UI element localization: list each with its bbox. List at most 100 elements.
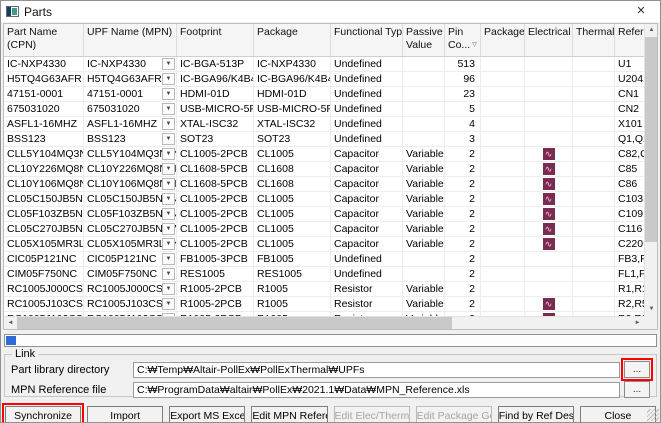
cell-mpn: ASFL1-16MHZ▼ (84, 117, 177, 131)
cell-package_geom (481, 192, 525, 206)
cell-mpn: RC1005J103CS▼ (84, 297, 177, 311)
dropdown-arrow-icon[interactable]: ▼ (162, 253, 175, 265)
cell-functional_type: Undefined (331, 117, 403, 131)
cell-functional_type: Undefined (331, 72, 403, 86)
column-header-functional_type[interactable]: Functional Type (331, 24, 403, 56)
column-header-package_geom[interactable]: Package (481, 24, 525, 56)
scroll-up-icon[interactable]: ▲ (645, 24, 658, 37)
cell-references: C82,C83 (615, 147, 644, 161)
horizontal-scrollbar[interactable]: ◄ ► (4, 316, 644, 329)
cell-cpn: 675031020 (4, 102, 84, 116)
table-row[interactable]: RC1005J103CSRC1005J103CS▼R1005-2PCBR1005… (4, 297, 644, 312)
dropdown-arrow-icon[interactable]: ▼ (162, 58, 175, 70)
cell-references: R2,R5,R (615, 297, 644, 311)
vertical-scrollbar[interactable]: ▲ ▼ (644, 24, 657, 316)
table-row[interactable]: 675031020675031020▼USB-MICRO-5PUSB-MICRO… (4, 102, 644, 117)
table-row[interactable]: 47151-000147151-0001▼HDMI-01DHDMI-01DUnd… (4, 87, 644, 102)
cell-thermal (573, 252, 615, 266)
cell-passive_value (403, 132, 445, 146)
table-row[interactable]: CIC05P121NCCIC05P121NC▼FB1005-3PCBFB1005… (4, 252, 644, 267)
table-row[interactable]: ASFL1-16MHZASFL1-16MHZ▼XTAL-ISC32XTAL-IS… (4, 117, 644, 132)
dropdown-arrow-icon[interactable]: ▼ (162, 268, 175, 280)
resize-grip[interactable] (647, 409, 659, 421)
table-row[interactable]: CL05C150JB5NNNDCL05C150JB5NNND▼CL1005-2P… (4, 192, 644, 207)
import-button[interactable]: Import (87, 406, 163, 423)
cell-cpn: CIC05P121NC (4, 252, 84, 266)
dropdown-arrow-icon[interactable]: ▼ (162, 103, 175, 115)
table-row[interactable]: H5TQ4G63AFRH5TQ4G63AFR▼IC-BGA96/K4B4G16I… (4, 72, 644, 87)
cell-footprint: CL1005-2PCB (177, 192, 254, 206)
scroll-right-icon[interactable]: ► (631, 317, 644, 330)
cell-pin_count: 2 (445, 297, 481, 311)
table-row[interactable]: CL05F103ZB5NNNCCL05F103ZB5NNNC▼CL1005-2P… (4, 207, 644, 222)
close-icon[interactable]: ✕ (627, 1, 655, 22)
mpn-reference-file-input[interactable] (133, 382, 620, 398)
dropdown-arrow-icon[interactable]: ▼ (162, 148, 175, 160)
mpn-reference-browse-button[interactable]: ... (624, 381, 650, 398)
scroll-left-icon[interactable]: ◄ (4, 317, 17, 330)
horizontal-scroll-thumb[interactable] (17, 317, 452, 329)
dropdown-arrow-icon[interactable]: ▼ (162, 73, 175, 85)
column-header-mpn[interactable]: UPF Name (MPN) (84, 24, 177, 56)
synchronize-button[interactable]: Synchronize (5, 406, 81, 423)
table-row[interactable]: CL05C270JB5NNWCCL05C270JB5NNWC▼CL1005-2P… (4, 222, 644, 237)
cell-references: U204,U (615, 72, 644, 86)
scrollbar-corner (644, 316, 657, 329)
cell-electrical: ∿ (525, 207, 573, 221)
export-ms-excel-button[interactable]: Export MS Excel (169, 406, 245, 423)
table-row[interactable]: CIM05F750NCCIM05F750NC▼RES1005RES1005Und… (4, 267, 644, 282)
dropdown-arrow-icon[interactable]: ▼ (162, 118, 175, 130)
column-header-cpn[interactable]: Part Name (CPN) (4, 24, 84, 56)
part-library-directory-label: Part library directory (11, 364, 129, 376)
dropdown-arrow-icon[interactable]: ▼ (162, 163, 175, 175)
table-row[interactable]: CL10Y106MQ8NRNCCL10Y106MQ8NRNC▼CL1608-5P… (4, 177, 644, 192)
dropdown-arrow-icon[interactable]: ▼ (162, 223, 175, 235)
column-header-footprint[interactable]: Footprint (177, 24, 254, 56)
scroll-down-icon[interactable]: ▼ (645, 303, 658, 316)
dropdown-arrow-icon[interactable]: ▼ (162, 208, 175, 220)
part-library-browse-button[interactable]: ... (624, 361, 650, 378)
cell-mpn: CL05C270JB5NNWC▼ (84, 222, 177, 236)
dropdown-arrow-icon[interactable]: ▼ (162, 238, 175, 250)
dropdown-arrow-icon[interactable]: ▼ (162, 193, 175, 205)
column-header-package[interactable]: Package (254, 24, 331, 56)
cell-cpn: CL05C270JB5NNWC (4, 222, 84, 236)
cell-package_geom (481, 117, 525, 131)
dropdown-arrow-icon[interactable]: ▼ (162, 298, 175, 310)
vertical-scroll-thumb[interactable] (645, 37, 657, 242)
column-header-thermal[interactable]: Thermal (573, 24, 615, 56)
title-bar: Parts ✕ (1, 1, 660, 22)
cell-mpn: CL10Y226MQ8NRNC▼ (84, 162, 177, 176)
cell-passive_value (403, 117, 445, 131)
close-button[interactable]: Close (580, 406, 656, 423)
cell-package_geom (481, 132, 525, 146)
table-row[interactable]: CL10Y226MQ8NRNCCL10Y226MQ8NRNC▼CL1608-5P… (4, 162, 644, 177)
dropdown-arrow-icon[interactable]: ▼ (162, 178, 175, 190)
column-header-references[interactable]: Reference (615, 24, 644, 56)
table-row[interactable]: CL05X105MR3LNNHCL05X105MR3LNNH▼CL1005-2P… (4, 237, 644, 252)
cell-pin_count: 3 (445, 132, 481, 146)
cell-package: HDMI-01D (254, 87, 331, 101)
table-row[interactable]: RC1005J000CSRC1005J000CS▼R1005-2PCBR1005… (4, 282, 644, 297)
dropdown-arrow-icon[interactable]: ▼ (162, 88, 175, 100)
cell-electrical: ∿ (525, 297, 573, 311)
column-header-electrical[interactable]: Electrical (525, 24, 573, 56)
link-group: Link Part library directory ... MPN Refe… (4, 354, 657, 397)
cell-electrical: ∿ (525, 177, 573, 191)
cell-footprint: CL1005-2PCB (177, 147, 254, 161)
dropdown-arrow-icon[interactable]: ▼ (162, 133, 175, 145)
cell-pin_count: 96 (445, 72, 481, 86)
cell-thermal (573, 297, 615, 311)
cell-cpn: RC1005J103CS (4, 297, 84, 311)
part-library-directory-input[interactable] (133, 362, 620, 378)
column-header-passive_value[interactable]: Passive Value (403, 24, 445, 56)
cell-cpn: IC-NXP4330 (4, 57, 84, 71)
dropdown-arrow-icon[interactable]: ▼ (162, 283, 175, 295)
table-row[interactable]: IC-NXP4330IC-NXP4330▼IC-BGA-513PIC-NXP43… (4, 57, 644, 72)
cell-mpn: 675031020▼ (84, 102, 177, 116)
edit-mpn-reference-button[interactable]: Edit MPN Reference (251, 406, 327, 423)
find-by-ref-designator-button[interactable]: Find by Ref Designator (498, 406, 574, 423)
column-header-pin_count[interactable]: Pin Co...▽ (445, 24, 481, 56)
table-row[interactable]: BSS123BSS123▼SOT23SOT23Undefined3Q1,Q2 (4, 132, 644, 147)
table-row[interactable]: CLL5Y104MQ3NLNCCLL5Y104MQ3NLNC▼CL1005-2P… (4, 147, 644, 162)
